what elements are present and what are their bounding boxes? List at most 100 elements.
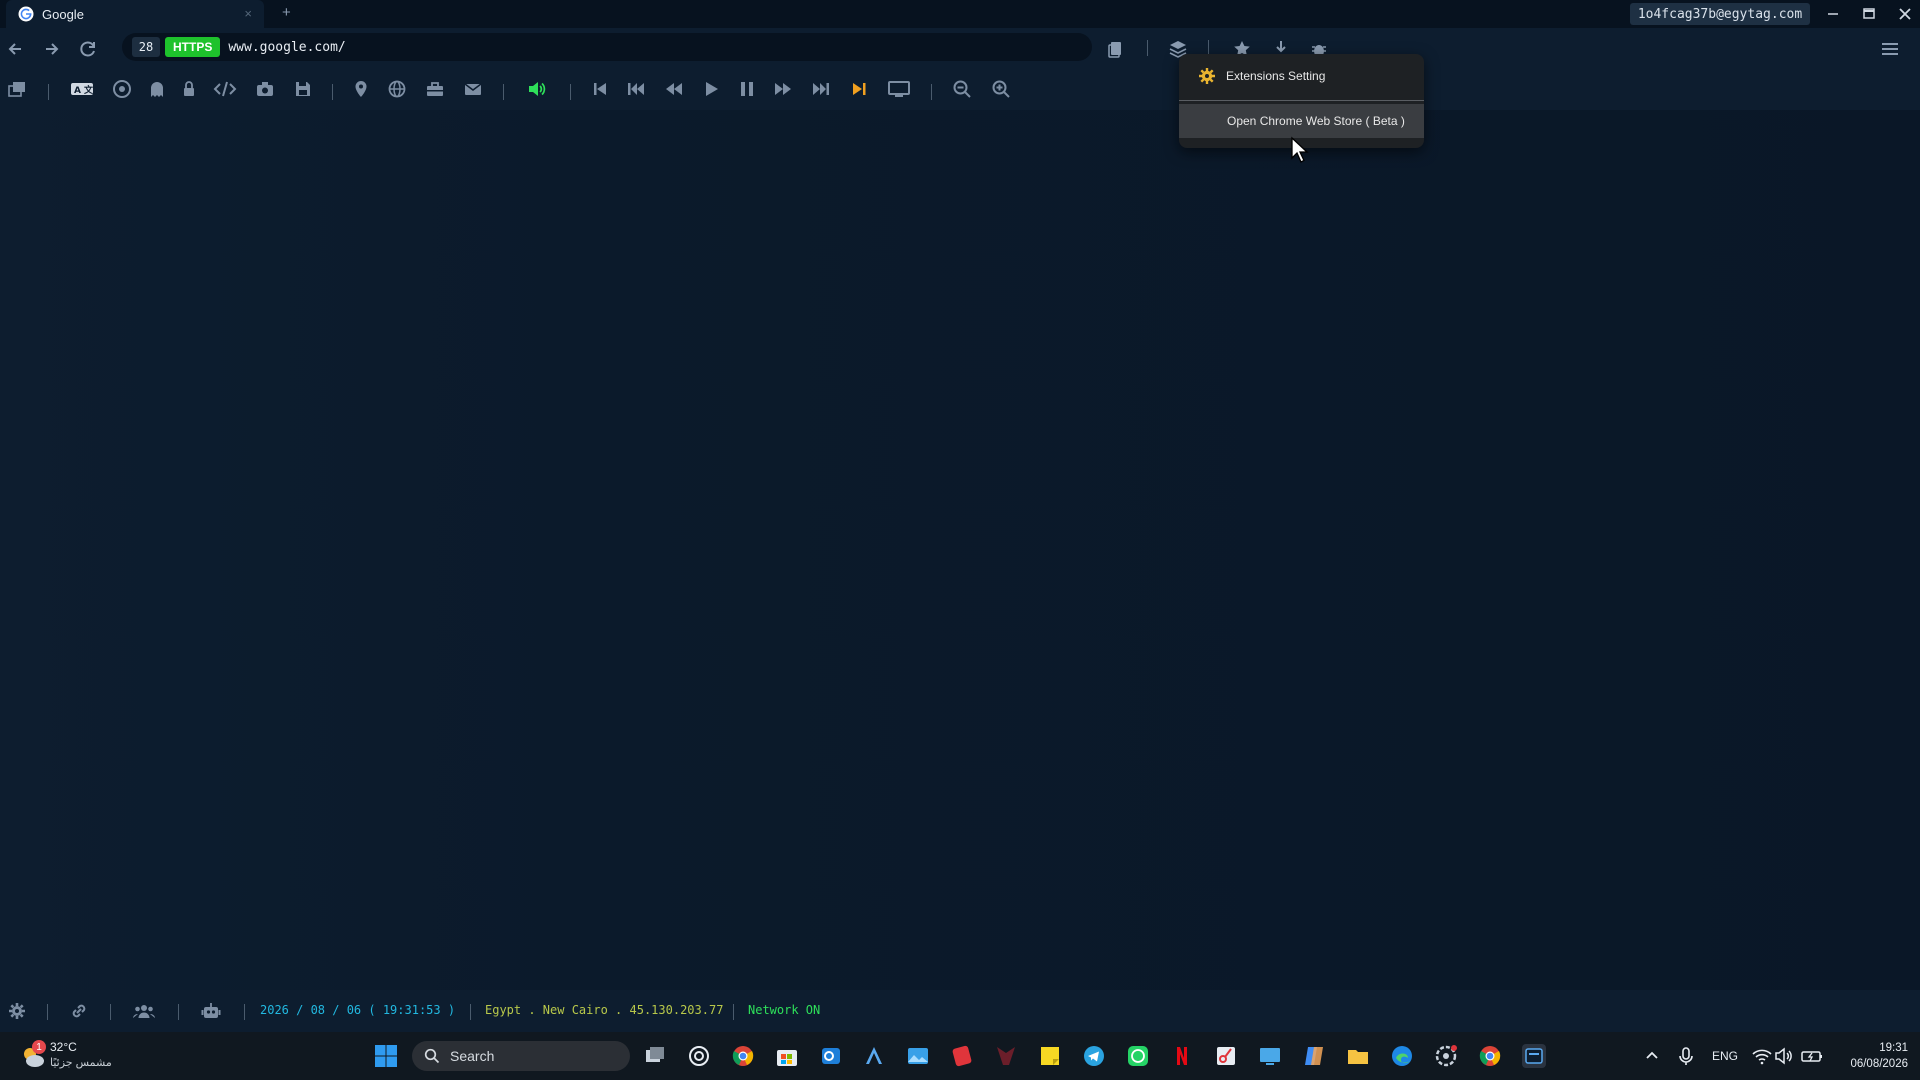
windows-start-icon[interactable] [374,1044,398,1068]
netflix-icon[interactable] [1170,1044,1194,1068]
tab-close-icon[interactable]: × [244,6,252,21]
link-icon[interactable] [68,1000,90,1022]
extensions-dropdown-menu: Extensions Setting Open Chrome Web Store… [1179,54,1424,148]
fast-forward-icon[interactable] [772,78,794,100]
maximize-icon[interactable] [1858,3,1880,25]
network-status-text: Network ON [748,1003,821,1017]
lock-icon[interactable] [178,78,200,100]
rewind-icon[interactable] [663,78,685,100]
location-ip-text: Egypt . New Cairo . 45.130.203.77 [485,1003,724,1017]
users-group-icon[interactable] [132,1000,155,1022]
location-pin-icon[interactable] [350,78,372,100]
game-launcher-icon[interactable] [994,1044,1018,1068]
chrome-profile-taskbar-icon[interactable] [1478,1044,1502,1068]
ghost-icon[interactable] [146,78,168,100]
clock-time: 19:31 [1879,1042,1908,1054]
translate-icon[interactable]: A文 [70,78,94,100]
remote-desktop-icon[interactable] [1258,1044,1282,1068]
google-favicon-icon [18,6,34,22]
browser-app-active-icon[interactable] [1522,1044,1546,1068]
gear-icon [1198,67,1216,85]
show-hidden-icons-chevron-icon[interactable] [1640,1044,1664,1068]
sticky-notes-icon[interactable] [1038,1044,1062,1068]
wifi-icon[interactable] [1750,1044,1774,1068]
battery-charging-icon[interactable] [1800,1044,1824,1068]
previous-track-icon[interactable] [625,78,647,100]
clock-date: 06/08/2026 [1850,1058,1908,1070]
search-label: Search [450,1048,495,1064]
hamburger-menu-icon[interactable] [1879,38,1901,60]
code-icon[interactable] [213,78,237,100]
pause-icon[interactable] [736,78,758,100]
page-content-area [0,110,1920,990]
whatsapp-icon[interactable] [1126,1044,1150,1068]
tab-title: Google [42,6,84,22]
sticker-app-icon[interactable] [950,1044,974,1068]
tool-bar: A文 [0,68,1920,110]
outlook-icon[interactable] [819,1044,843,1068]
taskbar-search-box[interactable]: Search [412,1041,630,1071]
monitor-icon[interactable] [887,78,910,100]
back-arrow-icon[interactable] [5,38,27,60]
edge-icon[interactable] [1390,1044,1414,1068]
weather-widget[interactable]: 1 32°C مشمس جزئيًا [18,1040,128,1074]
clipboard-icon[interactable] [1105,38,1127,60]
snipping-tool-icon[interactable] [1214,1044,1238,1068]
font-app-icon[interactable] [862,1044,886,1068]
address-bar[interactable]: 28 HTTPS www.google.com/ [122,33,1092,61]
input-language-indicator[interactable]: ENG [1712,1049,1738,1063]
browser-tab-google[interactable]: Google × [6,0,264,28]
https-badge: HTTPS [165,37,221,57]
file-explorer-icon[interactable] [1346,1044,1370,1068]
forward-arrow-icon[interactable] [40,38,62,60]
weather-notification-badge: 1 [32,1040,46,1054]
globe-icon[interactable] [386,78,408,100]
task-view-icon[interactable] [643,1044,667,1068]
settings-gear-icon[interactable] [6,1000,28,1022]
new-tab-button[interactable]: + [282,4,291,21]
save-icon[interactable] [292,78,314,100]
microsoft-store-icon[interactable] [775,1044,799,1068]
photos-icon[interactable] [906,1044,930,1068]
zoom-in-icon[interactable] [990,78,1012,100]
microphone-icon[interactable] [1674,1044,1698,1068]
mail-icon[interactable] [462,78,484,100]
reload-icon[interactable] [77,38,99,60]
url-text[interactable]: www.google.com/ [228,40,345,55]
close-window-icon[interactable] [1894,3,1916,25]
windows-stack-icon[interactable] [6,78,28,100]
chrome-taskbar-icon[interactable] [731,1044,755,1068]
mouse-cursor-icon [1290,136,1310,164]
menu-divider [1179,100,1424,101]
menu-item-extensions-setting[interactable]: Extensions Setting [1179,54,1424,98]
copilot-icon[interactable] [1302,1044,1326,1068]
open-web-store-label: Open Chrome Web Store ( Beta ) [1227,114,1405,128]
next-track-icon[interactable] [810,78,832,100]
volume-icon[interactable] [526,78,548,100]
chrome-icon[interactable] [111,78,133,100]
search-icon [424,1048,440,1064]
skip-first-icon[interactable] [589,78,611,100]
account-email-badge[interactable]: 1o4fcag37b@egytag.com [1630,3,1810,25]
settings-taskbar-icon[interactable] [1434,1044,1458,1068]
zoom-out-icon[interactable] [951,78,973,100]
toolbox-icon[interactable] [424,78,446,100]
system-clock[interactable]: 19:31 06/08/2026 [1830,1040,1908,1072]
chatgpt-icon[interactable] [687,1044,711,1068]
svg-text:A: A [74,86,81,96]
title-bar: Google × + 1o4fcag37b@egytag.com [0,0,1920,28]
weather-description: مشمس جزئيًا [50,1057,112,1069]
telegram-icon[interactable] [1082,1044,1106,1068]
menu-item-open-web-store[interactable]: Open Chrome Web Store ( Beta ) [1179,104,1424,138]
tab-count-badge: 28 [132,37,160,57]
skip-last-icon[interactable] [848,78,870,100]
robot-icon[interactable] [200,1000,222,1022]
camera-icon[interactable] [254,78,276,100]
play-icon[interactable] [700,78,722,100]
svg-text:文: 文 [83,84,94,96]
minimize-icon[interactable] [1822,3,1844,25]
navigation-bar: 28 HTTPS www.google.com/ [0,28,1920,68]
datetime-text: 2026 / 08 / 06 ( 19:31:53 ) [260,1003,456,1017]
speaker-icon[interactable] [1772,1044,1796,1068]
windows-taskbar: 1 32°C مشمس جزئيًا Search ENG 19:31 06/0… [0,1032,1920,1080]
